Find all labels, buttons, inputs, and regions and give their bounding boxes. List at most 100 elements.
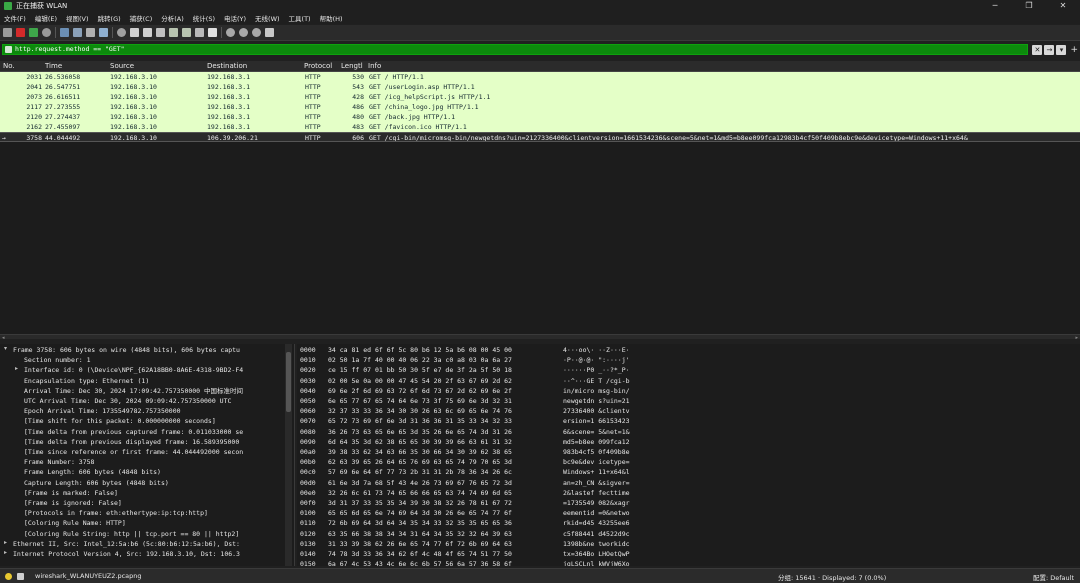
scroll-thumb[interactable] [286,352,291,412]
open-file-icon[interactable] [60,28,69,37]
hex-ascii[interactable]: ··^···GE T /cgi-b [563,376,630,386]
last-packet-icon[interactable] [182,28,191,37]
detail-tree-item[interactable]: [Frame is ignored: False] [24,498,122,508]
hex-dump-row[interactable]: 0060 32 37 33 33 36 34 30 30 26 63 6c 69 … [297,406,1057,416]
go-forward-icon[interactable] [143,28,152,37]
detail-tree-item[interactable]: Frame Length: 606 bytes (4848 bits) [24,467,161,477]
zoom-out-icon[interactable] [239,28,248,37]
hex-ascii[interactable]: Windows+ 11+x64&l [563,467,630,477]
hex-dump-row[interactable]: 0050 6e 65 77 67 65 74 64 6e 73 3f 75 69 … [297,396,1057,406]
packet-list-hscrollbar[interactable]: ◂ ▸ [0,334,1080,341]
hex-dump-row[interactable]: 0010 02 50 1a 7f 40 00 40 06 22 3a c0 a8 … [297,355,1057,365]
detail-tree-item[interactable]: [Frame is marked: False] [24,488,118,498]
hex-dump-row[interactable]: 00a0 39 38 33 62 34 63 66 35 30 66 34 30 … [297,447,1057,457]
hex-dump-row[interactable]: 0110 72 6b 69 64 3d 64 34 35 34 33 32 35 … [297,518,1057,528]
menu-capture[interactable]: 捕获(C) [130,13,153,23]
close-file-icon[interactable] [86,28,95,37]
go-back-icon[interactable] [130,28,139,37]
hex-ascii[interactable]: jgLSCLnl kWVjW6Xo [563,559,630,566]
detail-tree-item[interactable]: Ethernet II, Src: Intel_12:5a:b6 (5c:80:… [13,539,240,549]
hex-bytes[interactable]: 65 72 73 69 6f 6e 3d 31 36 36 31 35 33 3… [328,416,512,426]
packet-row[interactable]: 2073 26.616511 192.168.3.10 192.168.3.1 … [0,92,1080,102]
hex-ascii[interactable]: in/micro msg-bin/ [563,386,630,396]
detail-tree-item[interactable]: [Time delta from previous captured frame… [24,427,243,437]
hex-ascii[interactable]: 27336400 &clientv [563,406,630,416]
menu-analyze[interactable]: 分析(A) [161,13,184,23]
hex-ascii[interactable]: an=zh_CN &sigver= [563,478,630,488]
hex-dump-row[interactable]: 00d0 61 6e 3d 7a 68 5f 43 4e 26 73 69 67 … [297,478,1057,488]
expanded-arrow-icon[interactable]: ▾ [4,345,7,352]
hex-dump-row[interactable]: 0020 ce 15 ff 07 01 bb 50 30 5f e7 de 3f … [297,365,1057,375]
hex-bytes[interactable]: ce 15 ff 07 01 bb 50 30 5f e7 de 3f 2a 5… [328,365,512,375]
detail-tree-item[interactable]: Section number: 1 [24,355,91,365]
hex-ascii[interactable]: tx=364Bo LHOetQwP [563,549,630,559]
collapsed-arrow-icon[interactable]: ▸ [4,539,7,546]
collapsed-arrow-icon[interactable]: ▸ [4,549,7,556]
hex-ascii[interactable]: 2&lastef fecttime [563,488,630,498]
collapsed-arrow-icon[interactable]: ▸ [15,365,18,372]
hex-bytes[interactable]: 34 ca 81 ed 6f 6f 5c 80 b6 12 5a b6 08 0… [328,345,512,355]
hex-dump-row[interactable]: 00e0 32 26 6c 61 73 74 65 66 66 65 63 74 … [297,488,1057,498]
hex-bytes[interactable]: 32 37 33 33 36 34 30 30 26 63 6c 69 65 6… [328,406,512,416]
hex-ascii[interactable]: 1398b&ne tworkidc [563,539,630,549]
detail-tree-item[interactable]: Frame 3758: 606 bytes on wire (4848 bits… [13,345,240,355]
detail-tree-item[interactable]: Encapsulation type: Ethernet (1) [24,376,149,386]
detail-tree-item[interactable]: [Time delta from previous displayed fram… [24,437,239,447]
hex-bytes[interactable]: 6a 67 4c 53 43 4c 6e 6c 6b 57 56 6a 57 3… [328,559,512,566]
hex-dump-row[interactable]: 0130 31 33 39 38 62 26 6e 65 74 77 6f 72 … [297,539,1057,549]
detail-tree-item[interactable]: Capture Length: 606 bytes (4848 bits) [24,478,169,488]
restart-capture-icon[interactable] [29,28,38,37]
go-to-packet-icon[interactable] [156,28,165,37]
hex-ascii[interactable]: ······P0 _··?*_P· [563,365,630,375]
filter-history-button[interactable]: ▾ [1056,44,1067,55]
hex-bytes[interactable]: 74 78 3d 33 36 34 62 6f 4c 48 4f 65 74 5… [328,549,512,559]
detail-tree-item[interactable]: Frame Number: 3758 [24,457,94,467]
fin-icon[interactable] [3,28,12,37]
packet-row[interactable]: 2117 27.273555 192.168.3.10 192.168.3.1 … [0,102,1080,112]
menu-go[interactable]: 跳转(G) [98,13,121,23]
hex-ascii[interactable]: rkid=d45 43255ee6 [563,518,630,528]
detail-tree-item[interactable]: Internet Protocol Version 4, Src: 192.16… [13,549,240,559]
column-time[interactable]: Time [45,62,62,70]
packet-row[interactable]: 2031 26.536058 192.168.3.10 192.168.3.1 … [0,72,1080,82]
detail-tree-item[interactable]: [Coloring Rule String: http || tcp.port … [24,529,239,539]
hex-dump-row[interactable]: 0000 34 ca 81 ed 6f 6f 5c 80 b6 12 5a b6 … [297,345,1057,355]
hex-ascii[interactable]: =1735549 082&xagr [563,498,630,508]
hex-dump-row[interactable]: 0080 36 26 73 63 65 6e 65 3d 35 26 6e 65 … [297,427,1057,437]
packet-row-selected[interactable]: → 3758 44.044492 192.168.3.10 106.39.206… [0,132,1080,142]
column-destination[interactable]: Destination [207,62,247,70]
hex-ascii[interactable]: 4···oo\· ··Z···E· [563,345,630,355]
clear-filter-button[interactable]: ✕ [1032,44,1043,55]
hex-ascii[interactable]: ersion=1 66153423 [563,416,630,426]
hex-bytes[interactable]: 3d 31 37 33 35 35 34 39 30 38 32 26 78 6… [328,498,512,508]
detail-tree-item[interactable]: [Time shift for this packet: 0.000000000… [24,416,216,426]
detail-tree-item[interactable]: UTC Arrival Time: Dec 30, 2024 09:09:42.… [24,396,231,406]
hex-bytes[interactable]: 6d 64 35 3d 62 38 65 65 30 39 39 66 63 6… [328,437,512,447]
column-protocol[interactable]: Protocol [304,62,332,70]
expert-info-icon[interactable] [5,573,12,580]
hex-ascii[interactable]: eementid =0&netwo [563,508,630,518]
column-info[interactable]: Info [368,62,381,70]
save-file-icon[interactable] [73,28,82,37]
scroll-right-icon[interactable]: ▸ [1075,335,1078,341]
minimize-button[interactable]: ─ [978,0,1012,12]
resize-columns-icon[interactable] [265,28,274,37]
hex-bytes[interactable]: 57 69 6e 64 6f 77 73 2b 31 31 2b 78 36 3… [328,467,512,477]
capture-comment-icon[interactable] [17,573,24,580]
hex-dump-row[interactable]: 0090 6d 64 35 3d 62 38 65 65 30 39 39 66 … [297,437,1057,447]
profile-indicator[interactable]: 配置: Default [1033,572,1074,582]
details-vscrollbar[interactable] [285,344,292,566]
hex-bytes[interactable]: 72 6b 69 64 3d 64 34 35 34 33 32 35 35 6… [328,518,512,528]
hex-ascii[interactable]: 6&scene= 5&net=1& [563,427,630,437]
hex-dump-row[interactable]: 00f0 3d 31 37 33 35 35 34 39 30 38 32 26 … [297,498,1057,508]
menu-statistics[interactable]: 统计(S) [193,13,215,23]
hex-bytes[interactable]: 31 33 39 38 62 26 6e 65 74 77 6f 72 6b 6… [328,539,512,549]
hex-bytes[interactable]: 62 63 39 65 26 64 65 76 69 63 65 74 79 7… [328,457,512,467]
detail-tree-item[interactable]: [Protocols in frame: eth:ethertype:ip:tc… [24,508,208,518]
detail-tree-item[interactable]: Epoch Arrival Time: 1735549782.757350000 [24,406,181,416]
hex-bytes[interactable]: 65 65 6d 65 6e 74 69 64 3d 30 26 6e 65 7… [328,508,512,518]
capture-options-icon[interactable] [42,28,51,37]
menu-file[interactable]: 文件(F) [4,13,26,23]
hex-ascii[interactable]: c5f88441 d4522d9c [563,529,630,539]
autoscroll-icon[interactable] [195,28,204,37]
